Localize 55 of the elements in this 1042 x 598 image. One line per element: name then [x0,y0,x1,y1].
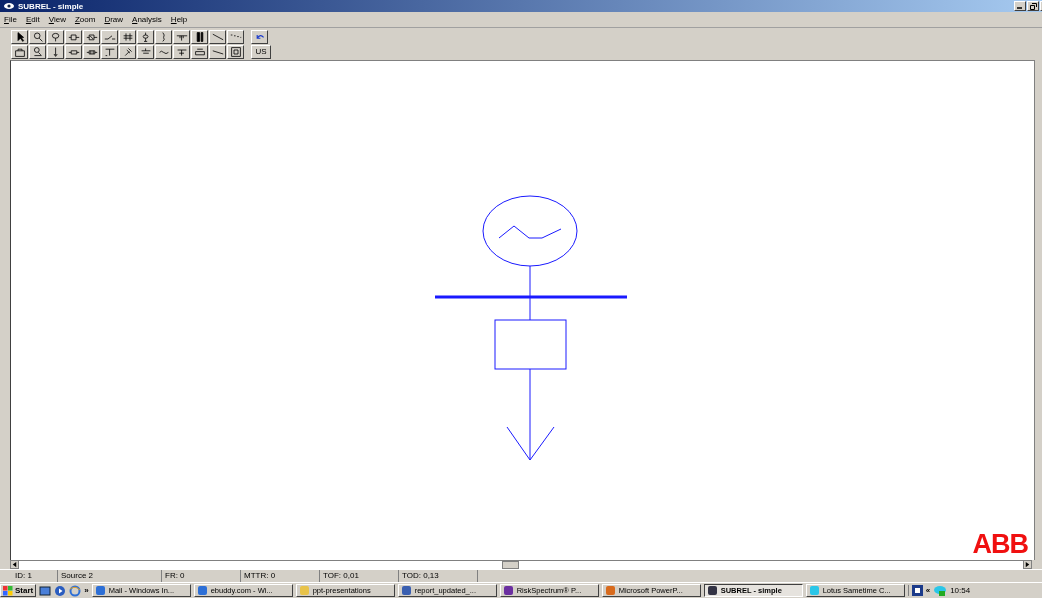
status-field: TOD: 0,13 [399,570,478,582]
tray-app-icon[interactable] [911,585,923,596]
junction-icon[interactable] [101,44,118,59]
menu-item[interactable]: Edit [25,15,40,24]
menu-item[interactable]: Help [170,15,188,24]
status-field: MTTR: 0 [241,570,320,582]
clock: 10:54 [950,586,971,595]
scroll-thumb[interactable] [502,560,519,569]
bracket-icon[interactable] [155,29,172,44]
restore-icon [1029,2,1037,10]
lasso-icon[interactable] [47,29,64,44]
status-field: FR: 0 [162,570,241,582]
ground-icon[interactable] [137,44,154,59]
scroll-right-icon[interactable] [1023,560,1032,569]
arrow-down-icon[interactable] [47,44,64,59]
menu-item[interactable]: Draw [104,15,124,24]
busbar-icon[interactable] [119,29,136,44]
menu-item[interactable]: Analysis [132,15,162,24]
toolbox-icon[interactable] [11,44,28,59]
us-button[interactable]: US [251,44,271,59]
breaker-icon[interactable] [83,29,100,44]
frame-icon[interactable] [227,44,244,59]
logo: ABB [972,531,1028,558]
status-field: Source 2 [58,570,162,582]
media-player-icon[interactable] [54,584,67,597]
breaker-icon[interactable] [65,29,82,44]
flag-icon [3,585,13,596]
bars-icon[interactable] [191,29,208,44]
switch-icon[interactable] [101,29,118,44]
pointer-icon[interactable] [11,29,28,44]
more-chevron[interactable]: » [84,586,89,595]
undo-icon[interactable] [251,29,268,44]
zoom-all-icon[interactable] [29,44,46,59]
coupler-icon[interactable] [173,29,190,44]
load-icon[interactable] [173,44,190,59]
window-title: SUBREL - simple [18,1,84,11]
status-field: ID: 1 [12,570,58,582]
menu-item[interactable]: View [48,15,66,24]
wave-icon[interactable] [155,44,172,59]
start-button[interactable]: Start [0,584,37,597]
desktop-icon[interactable] [39,584,52,597]
menu-item[interactable]: Zoom [74,15,96,24]
menu-item[interactable]: File [4,15,17,24]
restore-button[interactable] [1027,1,1039,11]
pin-icon[interactable] [119,44,136,59]
tray-expand[interactable]: « [925,586,931,595]
transformer-icon[interactable] [137,29,154,44]
fuse-icon[interactable] [83,44,100,59]
fuse-icon[interactable] [65,44,82,59]
connection-line [529,265,531,321]
status-field: TOF: 0,01 [320,570,399,582]
block-icon[interactable] [191,44,208,59]
minimize-button[interactable] [1014,1,1026,11]
zoom-icon[interactable] [29,29,46,44]
scroll-left-icon[interactable] [10,560,19,569]
